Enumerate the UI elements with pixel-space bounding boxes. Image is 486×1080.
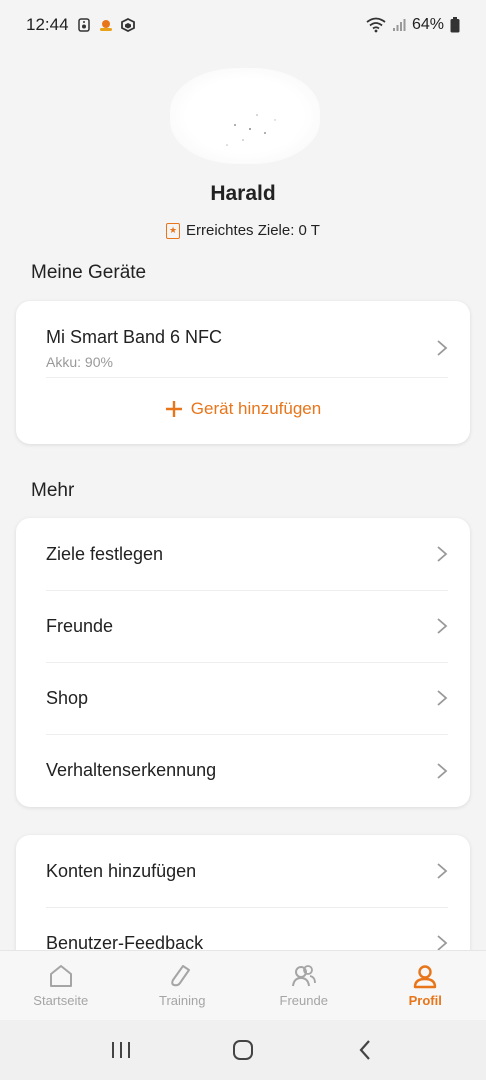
recent-apps-button[interactable] [101, 1030, 141, 1070]
add-device-button[interactable]: Gerät hinzufügen [16, 399, 470, 419]
chevron-right-icon [437, 690, 448, 706]
back-icon [359, 1040, 370, 1060]
chevron-right-icon [437, 546, 448, 562]
status-time: 12:44 [26, 15, 69, 34]
bottom-nav: Startseite Training Freunde Profil [0, 950, 486, 1020]
menu-item-label: Konten hinzufügen [46, 860, 197, 881]
battery-icon [450, 17, 460, 33]
menu-item-label: Freunde [46, 615, 114, 636]
chevron-right-icon [437, 762, 448, 779]
nav-tab-friends[interactable]: Freunde [243, 963, 364, 1008]
recent-apps-icon [112, 1042, 130, 1058]
menu-item-add-accounts[interactable]: Konten hinzufügen [46, 835, 448, 907]
wifi-icon [366, 17, 386, 33]
menu-item-label: Verhaltenserkennung [46, 760, 217, 780]
divider [46, 377, 448, 378]
status-bar: 12:44 64% [0, 0, 486, 50]
device-info: Mi Smart Band 6 NFC Akku: 90% [46, 327, 222, 370]
home-button[interactable] [223, 1030, 263, 1070]
device-name: Mi Smart Band 6 NFC [46, 326, 223, 347]
home-circle-icon [233, 1040, 253, 1060]
chevron-right-icon [437, 340, 448, 356]
chevron-right-icon [437, 618, 448, 634]
goal-achieved[interactable]: ★ Erreichtes Ziele: 0 T [0, 222, 486, 239]
nav-tab-home[interactable]: Startseite [0, 963, 121, 1008]
menu-item-friends[interactable]: Freunde [46, 590, 448, 662]
device-row[interactable]: Mi Smart Band 6 NFC Akku: 90% [46, 317, 448, 379]
nav-tab-training[interactable]: Training [122, 963, 243, 1008]
plus-icon [165, 401, 182, 417]
profile-icon [414, 965, 437, 989]
nav-label: Startseite [33, 993, 89, 1008]
star-badge-icon: ★ [166, 222, 181, 239]
speaker-icon [77, 18, 90, 32]
friends-icon [291, 965, 316, 987]
nav-tab-profile[interactable]: Profil [365, 963, 486, 1008]
menu-item-label: Ziele festlegen [46, 543, 164, 564]
app-notification-icon [99, 20, 112, 31]
username: Harald [210, 182, 276, 205]
menu-item-goals[interactable]: Ziele festlegen [46, 518, 448, 590]
battery-percent: 64% [411, 16, 444, 33]
menu-item-label: Shop [46, 687, 89, 708]
more-section-title: Mehr [31, 480, 75, 501]
chevron-right-icon [437, 863, 448, 879]
status-right: 64% [366, 16, 460, 34]
more-card: Ziele festlegen Freunde Shop Verhaltense… [16, 518, 470, 807]
menu-item-shop[interactable]: Shop [46, 662, 448, 734]
signal-icon [392, 19, 406, 31]
nav-label: Profil [408, 993, 442, 1008]
devices-section-title: Meine Geräte [31, 262, 147, 283]
system-nav-bar [0, 1020, 486, 1080]
device-battery: Akku: 90% [46, 353, 113, 370]
nav-label: Training [159, 993, 206, 1008]
menu-item-behavior-recognition[interactable]: Verhaltenserkennung [46, 734, 448, 807]
home-icon [49, 965, 72, 987]
add-device-label: Gerät hinzufügen [190, 399, 322, 418]
nav-label: Freunde [279, 993, 328, 1008]
status-left: 12:44 [26, 15, 135, 35]
devices-card: Mi Smart Band 6 NFC Akku: 90% Gerät hinz… [16, 301, 470, 444]
shoe-icon [171, 965, 191, 987]
cube-notification-icon [120, 18, 135, 32]
avatar-image [226, 114, 276, 146]
back-button[interactable] [345, 1030, 385, 1070]
goal-text: Erreichtes Ziele: 0 T [186, 222, 320, 239]
